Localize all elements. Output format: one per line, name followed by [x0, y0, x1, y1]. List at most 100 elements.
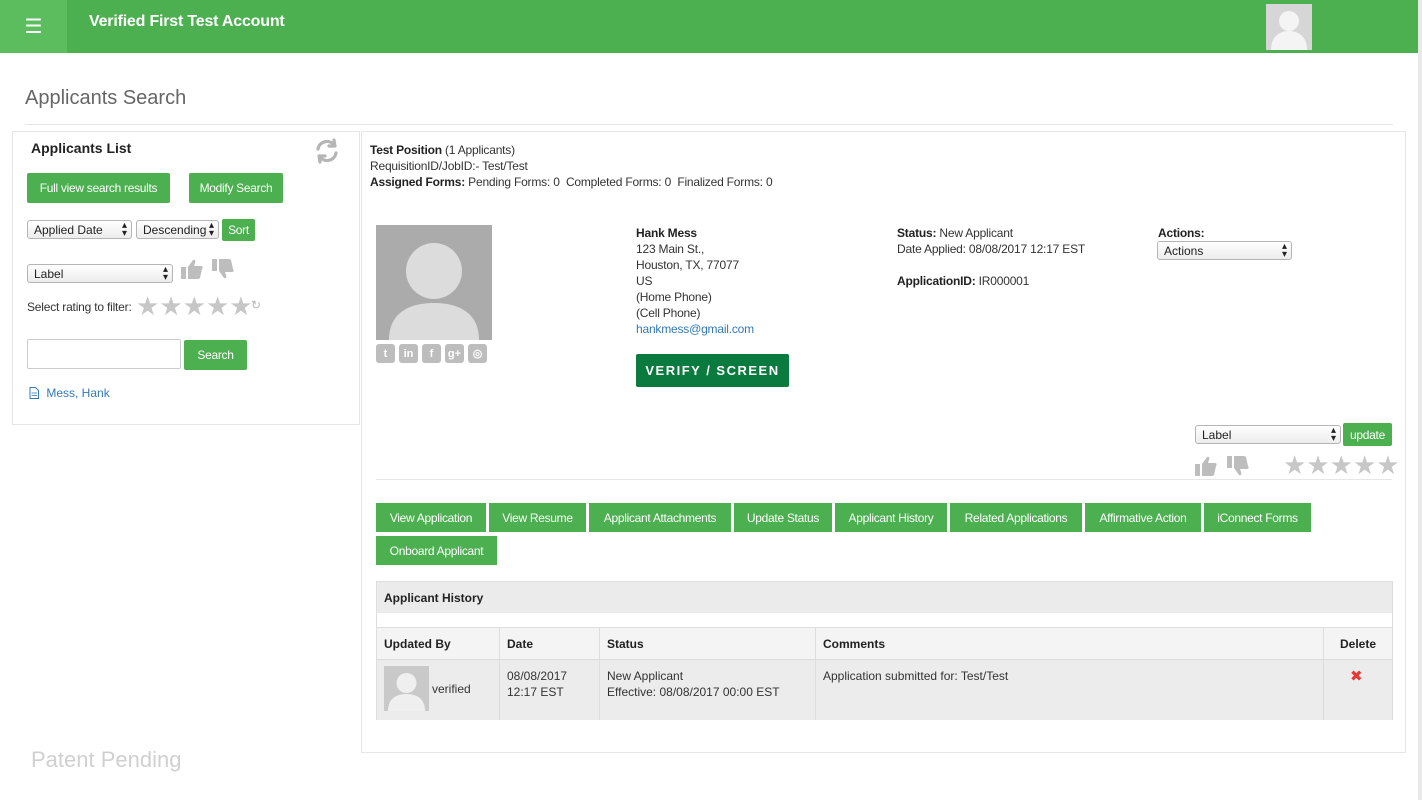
- linkedin-icon[interactable]: in: [399, 344, 418, 363]
- applicant-name-link[interactable]: Mess, Hank: [46, 386, 109, 400]
- document-icon: [29, 387, 39, 402]
- select-arrows-icon: ▴ ▾: [121, 220, 127, 239]
- tab-affirmative-action[interactable]: Affirmative Action: [1085, 503, 1201, 532]
- google-plus-icon[interactable]: g+: [445, 344, 464, 363]
- tab-onboard-applicant[interactable]: Onboard Applicant: [376, 536, 497, 565]
- applicant-list-item[interactable]: Mess, Hank: [29, 386, 110, 402]
- address-country: US: [636, 274, 653, 288]
- history-status-cell: New Applicant Effective: 08/08/2017 00:0…: [600, 659, 816, 720]
- history-time: 12:17 EST: [507, 685, 564, 699]
- history-date: 08/08/2017: [507, 669, 568, 683]
- column-date: Date: [500, 628, 600, 659]
- star-icon[interactable]: ★: [183, 293, 206, 319]
- user-avatar-icon[interactable]: [1266, 4, 1312, 50]
- column-delete: Delete: [1324, 628, 1392, 659]
- sort-field-value: Applied Date: [34, 222, 103, 237]
- position-name: Test Position: [370, 143, 442, 157]
- applicants-list-title: Applicants List: [31, 140, 132, 156]
- applicants-list-panel: Applicants List Full view search results…: [12, 131, 360, 425]
- position-summary: Test Position (1 Applicants): [370, 142, 515, 158]
- star-icon[interactable]: ★: [136, 293, 159, 319]
- title-divider: [25, 124, 1393, 125]
- full-view-search-results-button[interactable]: Full view search results: [27, 173, 170, 203]
- address-line-2: Houston, TX, 77077: [636, 258, 739, 272]
- application-status: Status: New Applicant Date Applied: 08/0…: [897, 225, 1085, 289]
- page-title: Applicants Search: [25, 87, 187, 109]
- applicant-history-table: Applicant History Updated By Date Status…: [376, 581, 1393, 720]
- applicant-contact: Hank Mess 123 Main St., Houston, TX, 770…: [636, 225, 754, 337]
- status-label: Status:: [897, 226, 937, 240]
- actions-select-value: Actions: [1164, 243, 1204, 258]
- column-comments: Comments: [816, 628, 1324, 659]
- select-arrows-icon: ▴ ▾: [1281, 241, 1287, 260]
- reset-rating-icon[interactable]: ↻: [251, 298, 261, 312]
- cell-phone: (Cell Phone): [636, 306, 701, 320]
- applicant-rating-stars[interactable]: ★ ★ ★ ★ ★: [1283, 451, 1400, 479]
- updated-by-name: verified: [432, 682, 471, 696]
- verify-screen-button[interactable]: VERIFY / SCREEN: [636, 354, 789, 387]
- applicant-photo: [376, 225, 492, 340]
- tab-applicant-history[interactable]: Applicant History: [835, 503, 947, 532]
- applicant-email-link[interactable]: hankmess@gmail.com: [636, 321, 754, 337]
- tab-view-resume[interactable]: View Resume: [489, 503, 586, 532]
- facebook-icon[interactable]: f: [422, 344, 441, 363]
- history-status: New Applicant: [607, 669, 684, 683]
- search-button[interactable]: Search: [184, 340, 247, 370]
- sort-order-select[interactable]: Descending ▴ ▾: [136, 220, 219, 239]
- rating-filter-label: Select rating to filter:: [27, 300, 132, 314]
- actions-select[interactable]: Actions ▴ ▾: [1157, 241, 1292, 260]
- delete-icon[interactable]: ✖: [1350, 669, 1363, 685]
- hamburger-icon: ☰: [24, 16, 43, 38]
- sort-order-value: Descending: [143, 222, 207, 237]
- thumbs-up-icon[interactable]: [1194, 455, 1218, 480]
- column-updated-by: Updated By: [377, 628, 500, 659]
- applicant-label-select[interactable]: Label ▴ ▾: [1195, 425, 1341, 444]
- tab-applicant-attachments[interactable]: Applicant Attachments: [589, 503, 731, 532]
- history-delete-cell: ✖: [1324, 659, 1392, 720]
- select-arrows-icon: ▴ ▾: [208, 220, 214, 239]
- assigned-forms-label: Assigned Forms:: [370, 175, 466, 189]
- column-status: Status: [600, 628, 816, 659]
- star-icon[interactable]: ★: [1376, 451, 1399, 479]
- history-comment: Application submitted for: Test/Test: [823, 669, 1009, 683]
- thumbs-up-icon[interactable]: [180, 258, 204, 283]
- modify-search-button[interactable]: Modify Search: [189, 173, 283, 203]
- twitter-icon[interactable]: t: [376, 344, 395, 363]
- star-icon[interactable]: ★: [229, 293, 252, 319]
- requisition-id: RequisitionID/JobID:- Test/Test: [370, 159, 528, 173]
- patent-pending-text: Patent Pending: [31, 747, 182, 772]
- thumbs-down-icon[interactable]: [211, 258, 235, 283]
- applicant-detail-panel: Test Position (1 Applicants) Requisition…: [361, 131, 1406, 753]
- instagram-icon[interactable]: ◎: [468, 344, 487, 363]
- rating-filter-stars[interactable]: ★ ★ ★ ★ ★: [136, 293, 253, 319]
- application-id-label: ApplicationID:: [897, 274, 976, 288]
- tab-update-status[interactable]: Update Status: [734, 503, 832, 532]
- sort-button[interactable]: Sort: [222, 219, 255, 241]
- tab-related-applications[interactable]: Related Applications: [950, 503, 1082, 532]
- section-divider: [376, 479, 1392, 480]
- star-icon[interactable]: ★: [159, 293, 182, 319]
- sort-field-select[interactable]: Applied Date ▴ ▾: [27, 220, 132, 239]
- date-applied: Date Applied: 08/08/2017 12:17 EST: [897, 242, 1086, 256]
- star-icon[interactable]: ★: [206, 293, 229, 319]
- tab-iconnect-forms[interactable]: iConnect Forms: [1204, 503, 1311, 532]
- star-icon[interactable]: ★: [1306, 451, 1329, 479]
- refresh-icon[interactable]: [313, 137, 341, 165]
- actions-label: Actions:: [1158, 226, 1205, 240]
- tab-view-application[interactable]: View Application: [376, 503, 486, 532]
- label-filter-value: Label: [34, 266, 64, 281]
- star-icon[interactable]: ★: [1353, 451, 1376, 479]
- applicant-name: Hank Mess: [636, 226, 697, 240]
- label-filter-select[interactable]: Label ▴ ▾: [27, 264, 173, 283]
- assigned-forms-value: Pending Forms: 0 Completed Forms: 0 Fina…: [468, 175, 773, 189]
- star-icon[interactable]: ★: [1283, 451, 1306, 479]
- update-label-button[interactable]: update: [1343, 423, 1392, 446]
- history-date-cell: 08/08/2017 12:17 EST: [500, 659, 600, 720]
- applicant-search-input[interactable]: [27, 339, 181, 369]
- thumbs-down-icon[interactable]: [1226, 455, 1250, 480]
- hamburger-menu-button[interactable]: ☰: [0, 0, 67, 53]
- star-icon[interactable]: ★: [1330, 451, 1353, 479]
- select-arrows-icon: ▴ ▾: [1330, 425, 1336, 444]
- applicant-label-value: Label: [1202, 427, 1232, 442]
- history-effective-date: Effective: 08/08/2017 00:00 EST: [607, 685, 780, 699]
